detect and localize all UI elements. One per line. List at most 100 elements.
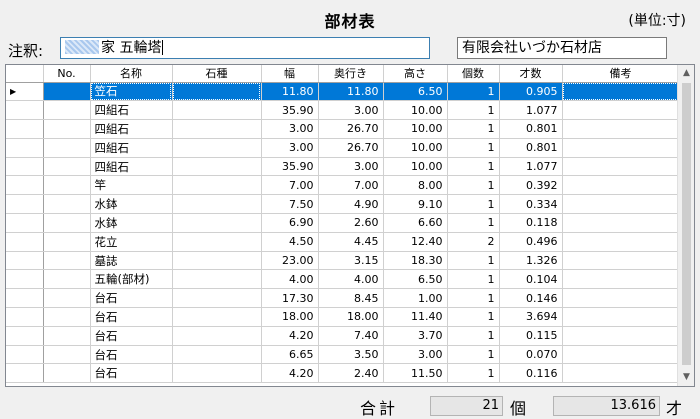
cell-name[interactable]: 水鉢: [90, 213, 173, 233]
row-header[interactable]: [6, 326, 44, 346]
cell-height[interactable]: 10.00: [383, 119, 448, 139]
cell-note[interactable]: [562, 269, 680, 290]
cell-qty[interactable]: 1: [447, 82, 500, 102]
cell-no[interactable]: [43, 138, 91, 158]
cell-sai[interactable]: 0.905: [499, 82, 563, 102]
cell-qty[interactable]: 1: [447, 138, 500, 158]
row-header[interactable]: [6, 269, 44, 290]
company-field[interactable]: 有限会社いづか石材店: [457, 37, 667, 59]
cell-stone[interactable]: [172, 288, 262, 309]
cell-stone[interactable]: [172, 100, 262, 121]
cell-height[interactable]: 8.00: [383, 175, 448, 196]
cell-sai[interactable]: 0.070: [499, 345, 563, 365]
cell-sai[interactable]: 0.118: [499, 213, 563, 233]
cell-depth[interactable]: 4.90: [318, 194, 384, 215]
cell-note[interactable]: [562, 345, 680, 365]
table-row[interactable]: 台石 6.65 3.50 3.00 1 0.070: [6, 345, 680, 365]
row-header[interactable]: [6, 232, 44, 252]
cell-sai[interactable]: 0.104: [499, 269, 563, 290]
cell-width[interactable]: 4.50: [261, 232, 319, 252]
cell-depth[interactable]: 18.00: [318, 307, 384, 327]
table-row[interactable]: 水鉢 6.90 2.60 6.60 1 0.118: [6, 213, 680, 233]
cell-width[interactable]: 4.00: [261, 269, 319, 290]
cell-qty[interactable]: 1: [447, 194, 500, 215]
column-header[interactable]: 高さ: [383, 65, 448, 83]
cell-name[interactable]: 台石: [90, 307, 173, 327]
cell-note[interactable]: [562, 251, 680, 271]
cell-stone[interactable]: [172, 232, 262, 252]
cell-note[interactable]: [562, 82, 680, 102]
cell-no[interactable]: [43, 100, 91, 121]
cell-qty[interactable]: 1: [447, 345, 500, 365]
column-header[interactable]: 奥行き: [318, 65, 384, 83]
row-header[interactable]: [6, 213, 44, 233]
cell-stone[interactable]: [172, 194, 262, 215]
table-row[interactable]: 四組石 35.90 3.00 10.00 1 1.077: [6, 157, 680, 177]
table-row[interactable]: 四組石 35.90 3.00 10.00 1 1.077: [6, 100, 680, 121]
row-header[interactable]: [6, 345, 44, 365]
cell-width[interactable]: 23.00: [261, 251, 319, 271]
cell-no[interactable]: [43, 288, 91, 309]
cell-width[interactable]: 3.00: [261, 119, 319, 139]
cell-note[interactable]: [562, 100, 680, 121]
cell-width[interactable]: 6.65: [261, 345, 319, 365]
table-row[interactable]: 花立 4.50 4.45 12.40 2 0.496: [6, 232, 680, 252]
row-pointer-icon[interactable]: ▶: [6, 82, 44, 102]
cell-height[interactable]: 6.50: [383, 82, 448, 102]
cell-no[interactable]: [43, 157, 91, 177]
note-field[interactable]: 家 五輪塔: [60, 37, 430, 59]
row-header[interactable]: [6, 175, 44, 196]
cell-qty[interactable]: 1: [447, 307, 500, 327]
cell-height[interactable]: 10.00: [383, 157, 448, 177]
table-row[interactable]: ▶ 笠石 11.80 11.80 6.50 1 0.905: [6, 82, 680, 102]
table-row[interactable]: 墓誌 23.00 3.15 18.30 1 1.326: [6, 251, 680, 271]
cell-width[interactable]: 35.90: [261, 157, 319, 177]
vertical-scrollbar[interactable]: ▲ ▼: [677, 65, 694, 386]
cell-height[interactable]: 1.00: [383, 288, 448, 309]
cell-height[interactable]: 11.40: [383, 307, 448, 327]
cell-sai[interactable]: 0.801: [499, 119, 563, 139]
cell-no[interactable]: [43, 82, 91, 102]
cell-height[interactable]: 3.00: [383, 345, 448, 365]
table-row[interactable]: 四組石 3.00 26.70 10.00 1 0.801: [6, 119, 680, 139]
cell-height[interactable]: 6.60: [383, 213, 448, 233]
cell-stone[interactable]: [172, 269, 262, 290]
cell-note[interactable]: [562, 157, 680, 177]
cell-sai[interactable]: 0.116: [499, 363, 563, 384]
arrow-down-icon[interactable]: ▼: [678, 369, 694, 386]
parts-grid[interactable]: No. 名称 石種 幅 奥行き 高さ 個数 才数 備考 ▶ 笠石 11.80 11.8…: [5, 64, 695, 387]
cell-depth[interactable]: 7.40: [318, 326, 384, 346]
cell-name[interactable]: 台石: [90, 363, 173, 384]
cell-sai[interactable]: 0.801: [499, 138, 563, 158]
cell-qty[interactable]: 1: [447, 269, 500, 290]
cell-no[interactable]: [43, 251, 91, 271]
cell-note[interactable]: [562, 175, 680, 196]
cell-depth[interactable]: 3.15: [318, 251, 384, 271]
row-header[interactable]: [6, 363, 44, 384]
row-header[interactable]: [6, 138, 44, 158]
cell-name[interactable]: 台石: [90, 345, 173, 365]
cell-sai[interactable]: 1.077: [499, 100, 563, 121]
row-header[interactable]: [6, 307, 44, 327]
cell-qty[interactable]: 1: [447, 157, 500, 177]
cell-qty[interactable]: 1: [447, 175, 500, 196]
cell-qty[interactable]: 1: [447, 288, 500, 309]
cell-height[interactable]: 18.30: [383, 251, 448, 271]
cell-note[interactable]: [562, 363, 680, 384]
cell-sai[interactable]: 0.146: [499, 288, 563, 309]
cell-stone[interactable]: [172, 251, 262, 271]
table-row[interactable]: 台石 4.20 2.40 11.50 1 0.116: [6, 363, 680, 384]
cell-width[interactable]: 4.20: [261, 363, 319, 384]
cell-width[interactable]: 17.30: [261, 288, 319, 309]
cell-no[interactable]: [43, 232, 91, 252]
cell-no[interactable]: [43, 194, 91, 215]
cell-depth[interactable]: 2.60: [318, 213, 384, 233]
row-header[interactable]: [6, 100, 44, 121]
cell-name[interactable]: 竿: [90, 175, 173, 196]
cell-qty[interactable]: 1: [447, 213, 500, 233]
cell-sai[interactable]: 1.326: [499, 251, 563, 271]
arrow-up-icon[interactable]: ▲: [678, 65, 694, 82]
cell-qty[interactable]: 1: [447, 251, 500, 271]
cell-stone[interactable]: [172, 119, 262, 139]
cell-no[interactable]: [43, 326, 91, 346]
